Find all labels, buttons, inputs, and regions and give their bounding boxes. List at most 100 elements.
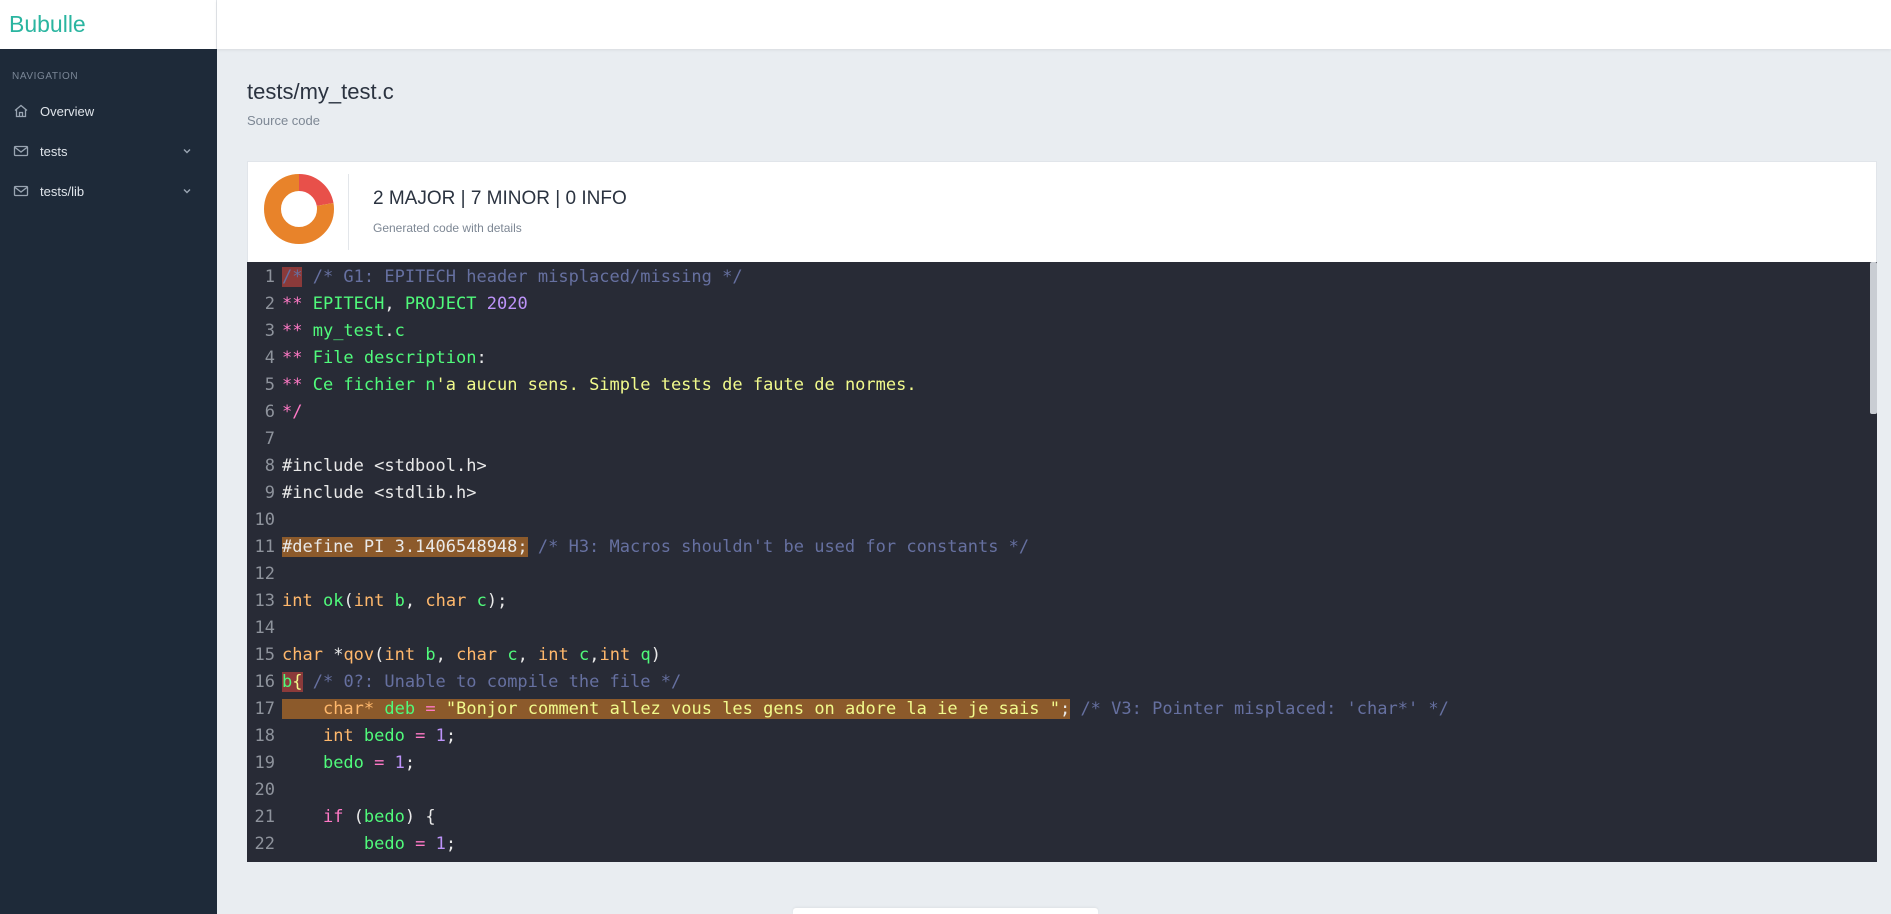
code-line: 2 ** EPITECH, PROJECT 2020: [247, 291, 528, 318]
code-token: **: [282, 294, 313, 314]
code-token: c: [476, 591, 487, 611]
code-token: ): [650, 645, 661, 665]
home-icon: [13, 103, 29, 119]
code-line: 14: [247, 615, 282, 642]
line-number: 9: [264, 483, 275, 503]
code-text: b{ /* 0?: Unable to compile the file */: [275, 669, 681, 696]
sidebar-item-label: tests/lib: [40, 183, 85, 199]
code-token: 2020: [486, 294, 528, 314]
sidebar-item-tests-lib[interactable]: tests/lib: [0, 171, 217, 211]
scrollbar[interactable]: [1870, 262, 1877, 862]
code-line: 12: [247, 561, 282, 588]
line-number: 8: [264, 456, 275, 476]
sidebar-item-label: tests: [40, 143, 68, 159]
inbox-icon: [13, 143, 29, 159]
code-token: ;: [1059, 699, 1071, 719]
code-token: [435, 699, 446, 719]
line-number: 2: [264, 294, 275, 314]
brand-logo[interactable]: Bubulle: [0, 0, 217, 49]
sidebar: NAVIGATION Overview tests tests/lib: [0, 49, 217, 914]
sidebar-item-tests[interactable]: tests: [0, 131, 217, 171]
code-line: 20: [247, 777, 282, 804]
sidebar-item-overview[interactable]: Overview: [0, 91, 217, 131]
code-token: 1: [435, 726, 446, 746]
sidebar-item-label: Overview: [40, 103, 95, 119]
code-text: if (bedo) {: [275, 804, 436, 831]
top-bar: [217, 0, 1891, 49]
inbox-icon: [13, 183, 29, 199]
line-number: 22: [254, 834, 275, 854]
chevron-down-icon[interactable]: [181, 145, 193, 157]
code-line: 21 if (bedo) {: [247, 804, 436, 831]
line-number: 21: [254, 807, 275, 827]
code-token: (: [343, 591, 354, 611]
code-token: =: [415, 834, 426, 854]
code-token: b: [394, 591, 405, 611]
code-token: char*: [322, 699, 375, 719]
code-token: {: [292, 672, 303, 692]
code-token: qov: [343, 645, 375, 665]
code-line: 6 */: [247, 399, 303, 426]
code-token: int: [538, 645, 569, 665]
code-viewer[interactable]: 1/* /* G1: EPITECH header misplaced/miss…: [247, 262, 1877, 862]
code-token: =: [415, 726, 426, 746]
code-token: /* 0?: Unable to compile the file */: [302, 672, 682, 692]
code-token: [374, 699, 385, 719]
code-token: my_test: [312, 321, 385, 341]
code-line: 19 bedo = 1;: [247, 750, 416, 777]
code-text: */: [275, 399, 302, 426]
code-line: 8 #include <stdbool.h>: [247, 453, 487, 480]
code-token: c: [579, 645, 590, 665]
chevron-down-icon[interactable]: [181, 185, 193, 197]
line-number: 6: [264, 402, 275, 422]
line-number: 5: [264, 375, 275, 395]
scrollbar-thumb[interactable]: [1870, 262, 1877, 414]
divider: [348, 174, 349, 250]
issue-summary-subtitle: Generated code with details: [373, 221, 522, 235]
line-number: 13: [254, 591, 275, 611]
code-token: 1: [394, 753, 405, 773]
code-token: deb: [384, 699, 416, 719]
line-number: 20: [254, 780, 275, 800]
line-number: 17: [254, 699, 275, 719]
code-token: char: [282, 645, 323, 665]
code-token: b: [282, 672, 293, 692]
summary-card: 2 MAJOR | 7 MINOR | 0 INFO Generated cod…: [247, 161, 1877, 263]
issues-donut-chart: [264, 174, 334, 244]
line-number: 10: [254, 510, 275, 530]
code-token: (: [343, 807, 364, 827]
code-token: ,: [404, 591, 426, 611]
code-token: **: [282, 375, 313, 395]
nav-heading: NAVIGATION: [12, 71, 79, 82]
code-token: */: [282, 402, 303, 422]
code-token: /* H3: Macros shouldn't be used for cons…: [527, 537, 1030, 557]
code-token: );: [486, 591, 508, 611]
code-line: 11 #define PI 3.1406548948; /* H3: Macros…: [247, 534, 1029, 561]
code-line: 3 ** my_test.c: [247, 318, 405, 345]
line-number: 19: [254, 753, 275, 773]
line-number: 1: [264, 267, 275, 287]
page-title: tests/my_test.c: [247, 79, 394, 104]
code-token: ok: [322, 591, 344, 611]
code-token: ;: [445, 834, 457, 854]
code-token: "Bonjor comment allez vous les gens on a…: [445, 699, 1060, 719]
line-number: 14: [254, 618, 275, 638]
code-line: 1/* /* G1: EPITECH header misplaced/miss…: [247, 264, 743, 291]
code-text: bedo = 1;: [275, 831, 456, 858]
code-token: int: [353, 591, 385, 611]
